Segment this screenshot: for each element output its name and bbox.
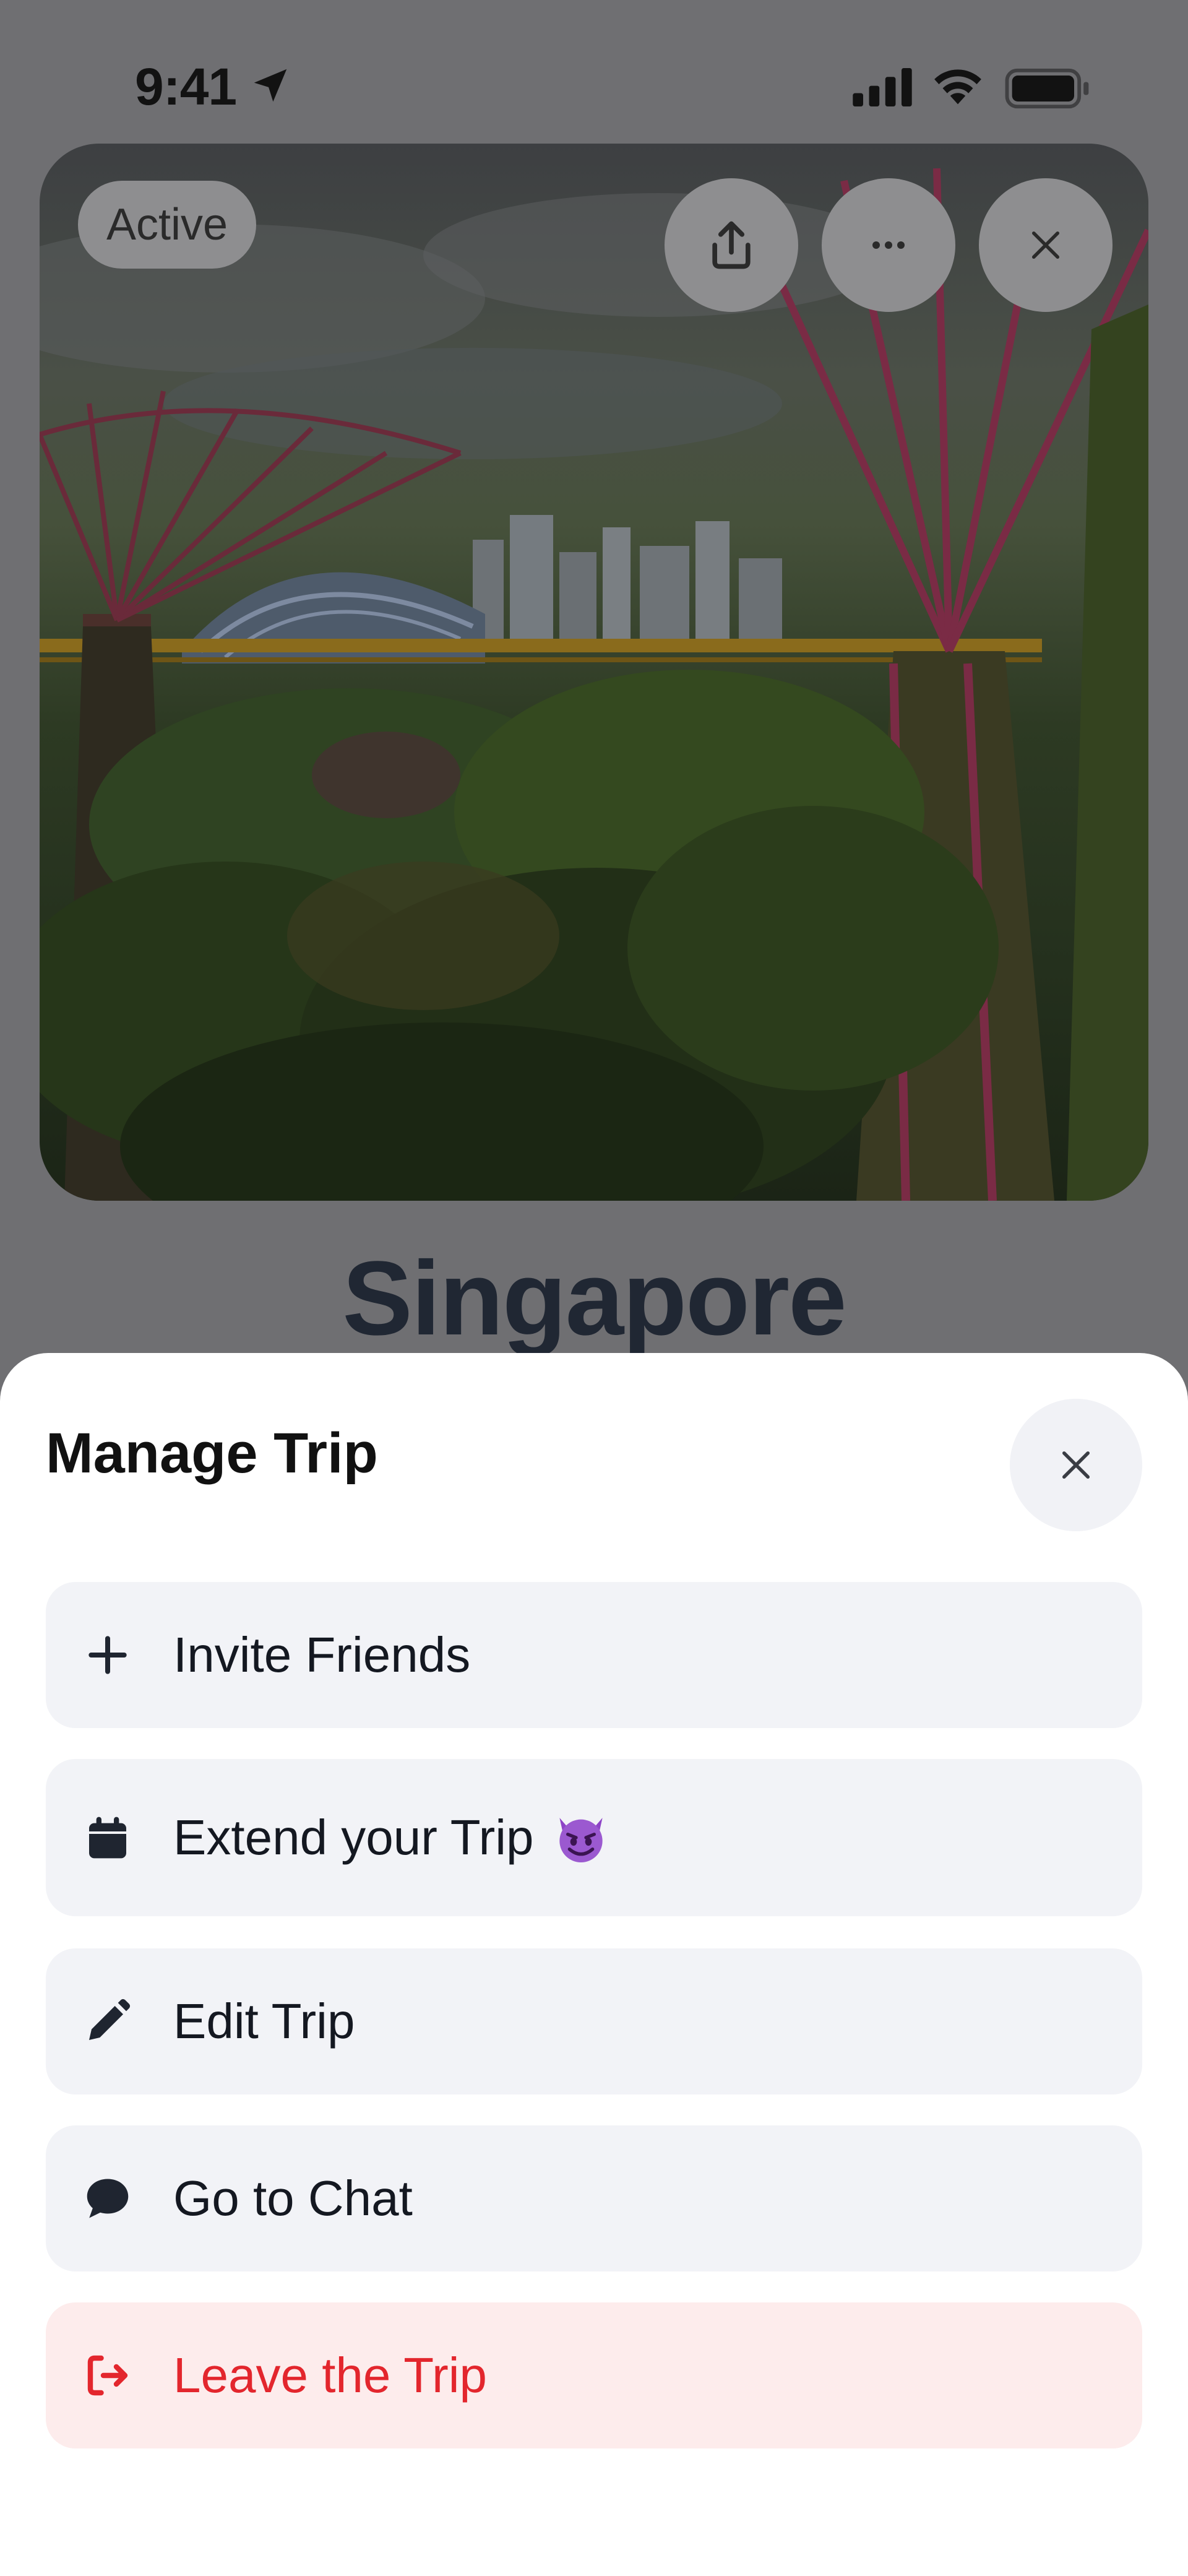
location-arrow-icon	[254, 69, 287, 102]
status-bar: 9:41	[0, 0, 1188, 142]
edit-trip-button[interactable]: Edit Trip	[46, 1948, 1142, 2094]
devil-emoji-icon	[559, 1818, 603, 1862]
share-icon	[712, 221, 751, 269]
cellular-signal-icon	[853, 68, 912, 106]
trip-screen: 9:41 Active Singapore Manage Trip Invite…	[0, 0, 1188, 2576]
trip-cover-image	[40, 144, 1148, 1201]
leave-trip-button[interactable]: Leave the Trip	[46, 2302, 1142, 2448]
status-time: 9:41	[135, 58, 237, 116]
sheet-close-button[interactable]	[1010, 1399, 1142, 1531]
menu-item-label: Invite Friends	[173, 1627, 471, 1682]
menu-item-label: Extend your Trip	[173, 1810, 534, 1865]
extend-trip-button[interactable]: Extend your Trip	[46, 1759, 1142, 1916]
close-icon	[1062, 1451, 1090, 1479]
pencil-icon	[77, 1990, 139, 2052]
close-icon	[1032, 231, 1059, 259]
close-trip-button[interactable]	[979, 178, 1113, 312]
supertree-illustration	[40, 168, 1148, 1201]
trip-title: Singapore	[342, 1240, 846, 1357]
menu-item-label: Leave the Trip	[173, 2348, 487, 2403]
status-badge: Active	[78, 181, 257, 269]
leave-icon	[77, 2345, 139, 2406]
more-options-button[interactable]	[822, 178, 955, 312]
sheet-title: Manage Trip	[46, 1422, 378, 1485]
menu-item-label: Go to Chat	[173, 2171, 413, 2226]
invite-friends-button[interactable]: Invite Friends	[46, 1582, 1142, 1728]
more-icon	[872, 241, 905, 249]
menu-item-label: Edit Trip	[173, 1994, 355, 2049]
go-to-chat-button[interactable]: Go to Chat	[46, 2125, 1142, 2271]
plus-icon	[77, 1624, 139, 1686]
chat-bubble-icon	[77, 2168, 139, 2229]
calendar-icon	[77, 1807, 139, 1869]
share-button[interactable]	[665, 178, 798, 312]
battery-icon	[1005, 68, 1089, 109]
wifi-icon	[934, 69, 981, 105]
